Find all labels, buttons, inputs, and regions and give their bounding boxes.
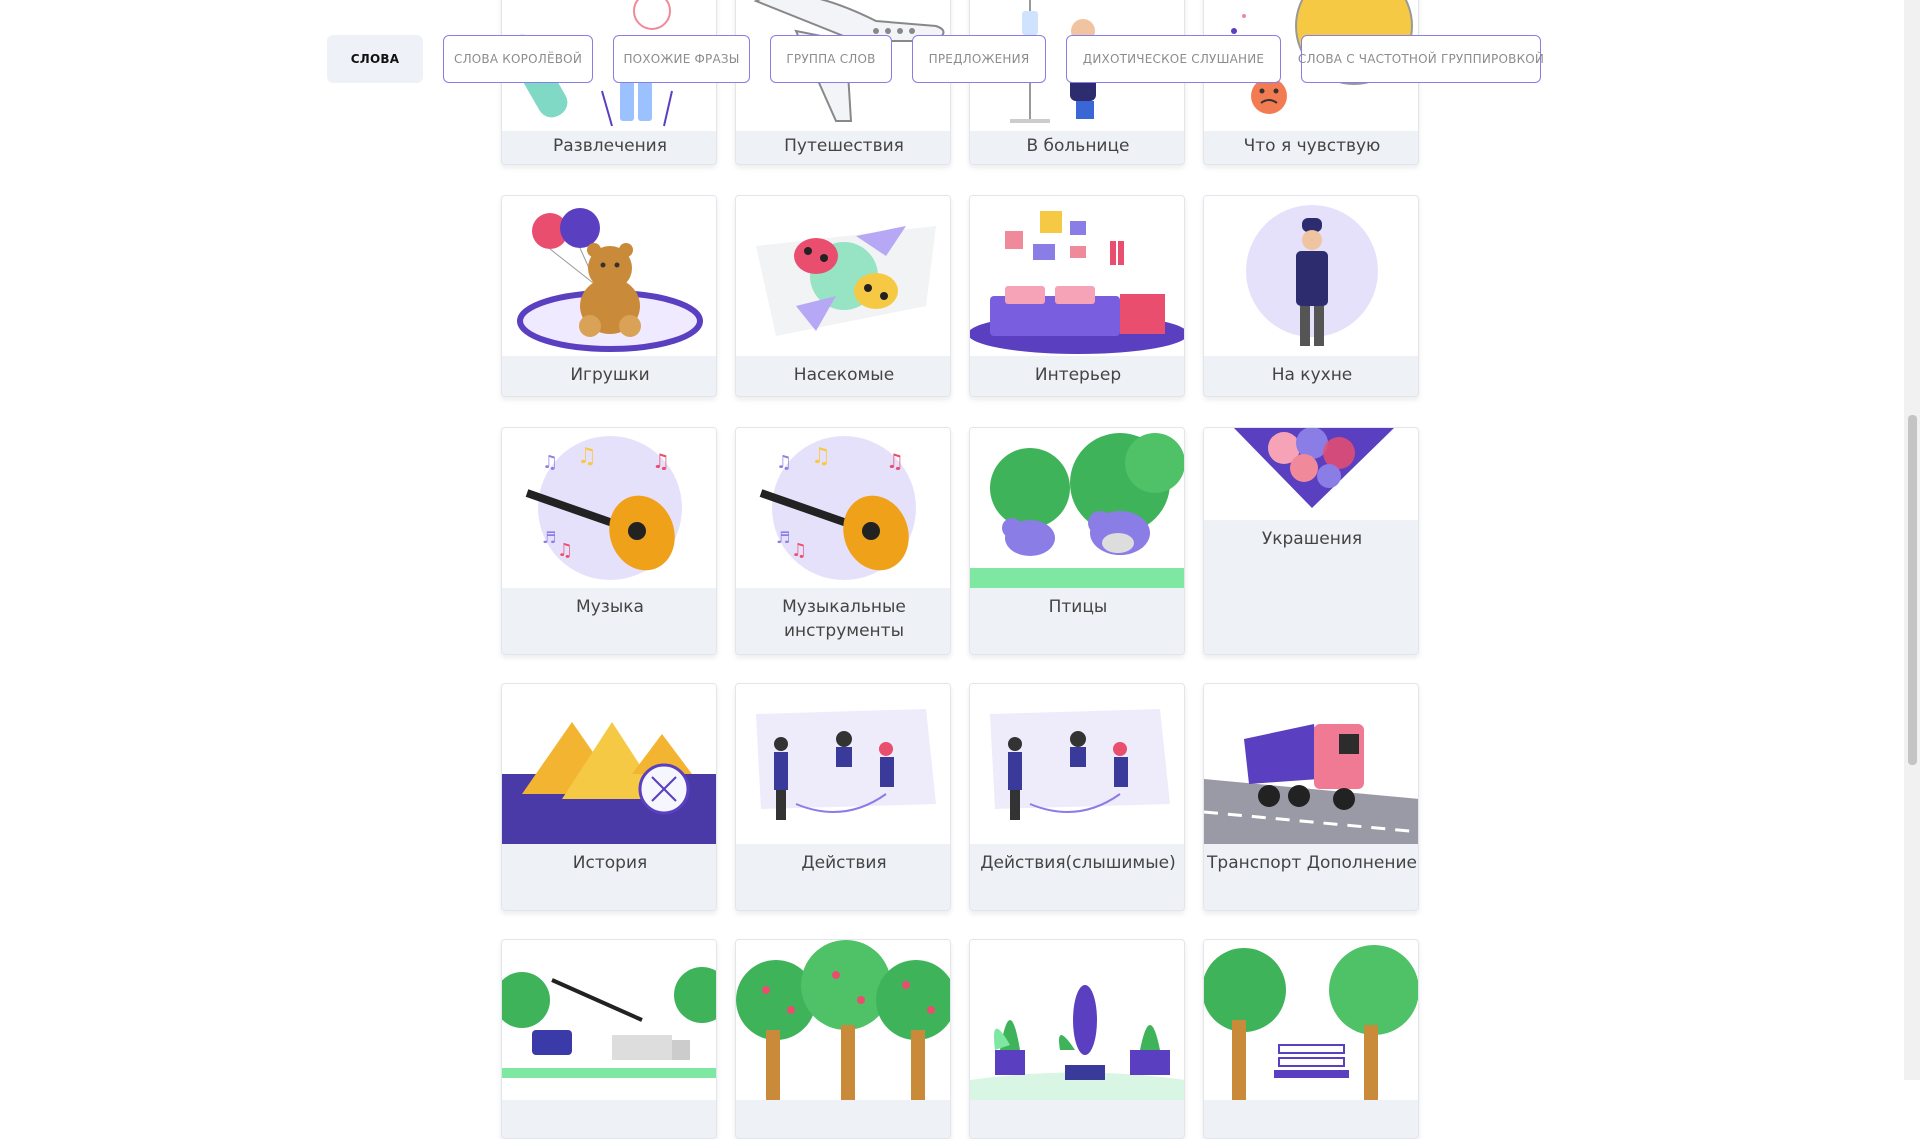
apple-trees-icon xyxy=(736,940,950,1100)
svg-text:♫: ♫ xyxy=(652,449,670,473)
svg-text:♫: ♫ xyxy=(776,452,792,473)
dump-truck-icon xyxy=(1204,684,1418,844)
category-card-transport-extra[interactable]: Транспорт Дополнение xyxy=(1203,683,1419,911)
category-label: Музыка xyxy=(576,597,644,617)
guitar-icon: ♫ ♫ ♫ ♬ ♫ xyxy=(736,428,950,588)
category-label: История xyxy=(572,853,648,873)
category-label: Интерьер xyxy=(1034,365,1122,385)
tab-dichotic-listening[interactable]: ДИХОТИЧЕСКОЕ СЛУШАНИЕ xyxy=(1066,35,1281,83)
tab-sentences[interactable]: ПРЕДЛОЖЕНИЯ xyxy=(912,35,1046,83)
svg-text:♬: ♬ xyxy=(542,528,556,547)
flowers-icon xyxy=(1204,428,1418,520)
svg-text:♫: ♫ xyxy=(557,540,573,561)
tab-word-group[interactable]: ГРУППА СЛОВ xyxy=(770,35,892,83)
birds-icon xyxy=(970,428,1184,588)
category-label: Развлечения xyxy=(553,136,667,156)
ladybug-icon xyxy=(736,196,950,356)
tab-korolyova-words[interactable]: СЛОВА КОРОЛЁВОЙ xyxy=(443,35,593,83)
svg-text:♫: ♫ xyxy=(886,449,904,473)
category-card-row5-3[interactable] xyxy=(969,939,1185,1139)
category-card-interior[interactable]: Интерьер xyxy=(969,195,1185,397)
category-label: Действия(слышимые) xyxy=(980,853,1176,873)
svg-text:♬: ♬ xyxy=(776,528,790,547)
category-card-toys[interactable]: Игрушки xyxy=(501,195,717,397)
mode-tab-bar: СЛОВА СЛОВА КОРОЛЁВОЙ ПОХОЖИЕ ФРАЗЫ ГРУП… xyxy=(0,35,1920,85)
category-card-music[interactable]: ♫ ♫ ♫ ♬ ♫ Музыка xyxy=(501,427,717,655)
category-card-birds[interactable]: Птицы xyxy=(969,427,1185,655)
category-label: Птицы xyxy=(1048,597,1108,617)
category-label: Украшения xyxy=(1261,529,1363,549)
svg-text:♫: ♫ xyxy=(577,444,597,469)
category-card-insects[interactable]: Насекомые xyxy=(735,195,951,397)
tab-words[interactable]: СЛОВА xyxy=(327,35,423,83)
chef-icon xyxy=(1204,196,1418,356)
category-label: Действия xyxy=(801,853,887,873)
category-card-row5-4[interactable] xyxy=(1203,939,1419,1139)
category-label: Транспорт Дополнение xyxy=(1207,853,1417,873)
tab-similar-phrases[interactable]: ПОХОЖИЕ ФРАЗЫ xyxy=(613,35,750,83)
category-card-decorations[interactable]: Украшения xyxy=(1203,427,1419,655)
category-label: Игрушки xyxy=(570,365,650,385)
svg-text:♫: ♫ xyxy=(542,452,558,473)
bedroom-icon xyxy=(970,196,1184,356)
tow-truck-icon xyxy=(502,940,716,1100)
svg-text:♫: ♫ xyxy=(791,540,807,561)
svg-text:♫: ♫ xyxy=(811,444,831,469)
house-plants-icon xyxy=(970,940,1184,1100)
category-label: На кухне xyxy=(1271,365,1353,385)
scrollbar-thumb[interactable] xyxy=(1908,415,1917,765)
park-bench-icon xyxy=(1204,940,1418,1100)
category-card-musical-instruments[interactable]: ♫ ♫ ♫ ♬ ♫ Музыкальные инструменты xyxy=(735,427,951,655)
category-label: Что я чувствую xyxy=(1243,136,1381,156)
people-actions-icon xyxy=(970,684,1184,844)
teddy-bear-icon xyxy=(502,196,716,356)
category-card-row5-2[interactable] xyxy=(735,939,951,1139)
category-card-actions[interactable]: Действия xyxy=(735,683,951,911)
pyramids-icon xyxy=(502,684,716,844)
category-label: Насекомые xyxy=(793,365,895,385)
guitar-icon: ♫ ♫ ♫ ♬ ♫ xyxy=(502,428,716,588)
category-card-kitchen[interactable]: На кухне xyxy=(1203,195,1419,397)
category-label: В больнице xyxy=(1026,136,1130,156)
category-card-history[interactable]: История xyxy=(501,683,717,911)
page-scrollbar[interactable] xyxy=(1904,0,1920,1080)
tab-frequency-grouping[interactable]: СЛОВА С ЧАСТОТНОЙ ГРУППИРОВКОЙ xyxy=(1298,35,1544,83)
category-label: Путешествия xyxy=(784,136,904,156)
people-actions-icon xyxy=(736,684,950,844)
category-label: Музыкальные инструменты xyxy=(782,597,906,641)
category-card-row5-1[interactable] xyxy=(501,939,717,1139)
category-card-actions-audible[interactable]: Действия(слышимые) xyxy=(969,683,1185,911)
